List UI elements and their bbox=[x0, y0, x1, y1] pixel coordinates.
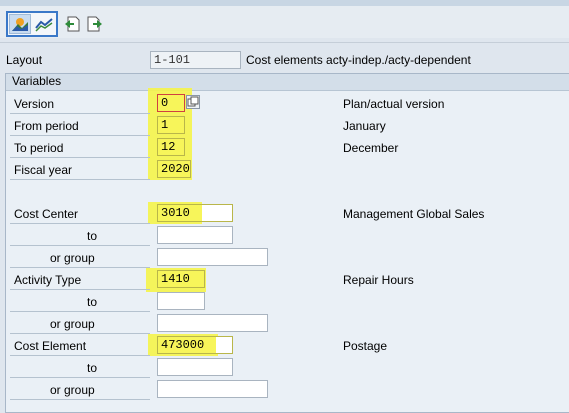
row-underline bbox=[10, 289, 150, 290]
row-underline bbox=[10, 223, 150, 224]
chart-line-icon bbox=[35, 18, 53, 32]
to-period-label: To period bbox=[14, 141, 64, 155]
value-help-button[interactable] bbox=[186, 95, 200, 109]
forward-document-button[interactable] bbox=[84, 14, 106, 34]
from-period-description: January bbox=[343, 119, 386, 133]
layout-field[interactable]: 1-101 bbox=[150, 51, 241, 69]
from-period-label: From period bbox=[14, 119, 79, 133]
forward-document-icon bbox=[87, 16, 102, 32]
variables-header bbox=[6, 74, 569, 91]
activity-type-to-label: to bbox=[87, 295, 98, 309]
variables-title: Variables bbox=[12, 74, 62, 88]
cost-center-to-field[interactable] bbox=[157, 226, 233, 244]
row-underline bbox=[10, 355, 150, 356]
cost-center-group-label: or group bbox=[50, 251, 95, 265]
row-underline bbox=[10, 333, 150, 334]
row-underline bbox=[10, 135, 150, 136]
chart-line-button[interactable] bbox=[33, 14, 55, 34]
cost-element-description: Postage bbox=[343, 339, 388, 353]
to-period-description: December bbox=[343, 141, 399, 155]
back-document-icon bbox=[65, 16, 80, 32]
copy-icon bbox=[187, 96, 199, 107]
cost-center-to-label: to bbox=[87, 229, 98, 243]
chart-button-group bbox=[6, 11, 58, 37]
activity-type-description: Repair Hours bbox=[343, 273, 414, 287]
layout-description: Cost elements acty-indep./acty-dependent bbox=[246, 53, 471, 67]
cost-element-to-field[interactable] bbox=[157, 358, 233, 376]
cost-element-group-label: or group bbox=[50, 383, 95, 397]
cost-center-group-field[interactable] bbox=[157, 248, 268, 266]
row-underline bbox=[10, 377, 150, 378]
version-description: Plan/actual version bbox=[343, 97, 445, 111]
activity-type-group-field[interactable] bbox=[157, 314, 268, 332]
to-period-field[interactable]: 12 bbox=[157, 138, 185, 156]
fiscal-year-label: Fiscal year bbox=[14, 163, 73, 177]
activity-type-label: Activity Type bbox=[14, 273, 82, 287]
row-underline bbox=[10, 157, 150, 158]
row-underline bbox=[10, 399, 150, 400]
fiscal-year-field[interactable]: 2020 bbox=[157, 160, 191, 178]
from-period-field[interactable]: 1 bbox=[157, 116, 185, 134]
activity-type-to-field[interactable] bbox=[157, 292, 205, 310]
chart-mountain-button[interactable] bbox=[9, 14, 31, 34]
row-underline bbox=[10, 245, 150, 246]
row-underline bbox=[10, 267, 150, 268]
row-underline bbox=[10, 311, 150, 312]
cost-element-group-field[interactable] bbox=[157, 380, 268, 398]
chart-mountain-icon bbox=[12, 18, 28, 31]
cost-center-label: Cost Center bbox=[14, 207, 79, 221]
activity-type-group-label: or group bbox=[50, 317, 95, 331]
row-underline bbox=[10, 113, 150, 114]
activity-type-field[interactable]: 1410 bbox=[157, 270, 205, 288]
cost-element-label: Cost Element bbox=[14, 339, 87, 353]
row-underline bbox=[10, 179, 150, 180]
version-field[interactable]: 0 bbox=[157, 94, 185, 112]
layout-label: Layout bbox=[6, 53, 43, 67]
back-document-button[interactable] bbox=[61, 14, 83, 34]
version-label: Version bbox=[14, 97, 55, 111]
cost-center-description: Management Global Sales bbox=[343, 207, 485, 221]
cost-center-field[interactable]: 3010 bbox=[157, 204, 233, 222]
cost-element-to-label: to bbox=[87, 361, 98, 375]
toolbar-top-border bbox=[0, 0, 569, 6]
toolbar-separator bbox=[0, 42, 569, 43]
cost-element-field[interactable]: 473000 bbox=[157, 336, 233, 354]
